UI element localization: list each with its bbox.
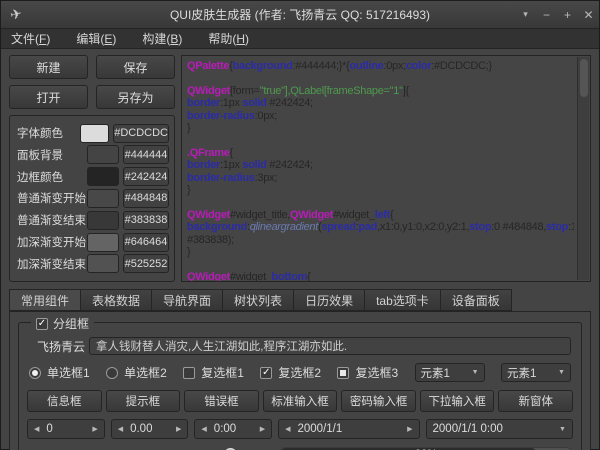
- color-row-deep-grad-end: 加深渐变结束 #525252: [15, 254, 169, 274]
- author-label: 飞扬青云: [27, 338, 89, 355]
- deep-grad-end-hex-input[interactable]: #525252: [123, 254, 169, 273]
- groupbox-checkbox[interactable]: ✓: [36, 318, 48, 330]
- checkbox-3[interactable]: ✓ 复选框3: [337, 364, 398, 381]
- motto-text-input[interactable]: 拿人钱财替人消灾,人生江湖如此,程序江湖亦如此.: [89, 337, 571, 355]
- menubar: 文件(F) 编辑(E) 构建(B) 帮助(H): [1, 29, 599, 49]
- window-title: QUI皮肤生成器 (作者: 飞扬青云 QQ: 517216493): [1, 6, 599, 23]
- window-controls: ▾ − + ✕: [515, 1, 599, 29]
- color-row-grad-start: 普通渐变开始 #484848: [15, 188, 169, 208]
- spin-left-arrow-icon[interactable]: ◀: [34, 425, 39, 433]
- menu-edit[interactable]: 编辑(E): [76, 30, 116, 47]
- color-row-panel-bg: 面板背景 #444444: [15, 145, 169, 165]
- border-color-hex-input[interactable]: #242424: [123, 167, 169, 186]
- grad-end-swatch[interactable]: [87, 211, 119, 230]
- deep-grad-start-hex-input[interactable]: #646464: [123, 233, 169, 252]
- tab-pane: ✓ 分组框 飞扬青云 拿人钱财替人消灾,人生江湖如此,程序江湖亦如此. 单选框1…: [9, 311, 591, 450]
- font-color-swatch[interactable]: [80, 124, 109, 143]
- minimize-icon[interactable]: −: [536, 1, 557, 29]
- dropdown-input-button[interactable]: 下拉输入框: [420, 390, 495, 412]
- qss-code-editor[interactable]: QPalette{background:#444444;}*{outline:0…: [181, 55, 591, 282]
- radio-1[interactable]: 单选框1: [29, 364, 90, 381]
- info-box-button[interactable]: 信息框: [27, 390, 102, 412]
- tab-common-widgets[interactable]: 常用组件: [9, 289, 80, 311]
- panel-bg-swatch[interactable]: [87, 145, 119, 164]
- new-window-button[interactable]: 新窗体: [498, 390, 573, 412]
- font-color-hex-input[interactable]: #DCDCDC: [113, 124, 169, 143]
- code-text: QPalette{background:#444444;}*{outline:0…: [182, 56, 590, 282]
- save-as-button[interactable]: 另存为: [96, 85, 175, 109]
- spin-right-arrow-icon[interactable]: ▶: [92, 425, 97, 433]
- spin-left-arrow-icon[interactable]: ◀: [285, 425, 290, 433]
- checkbox-box-icon: ✓: [260, 367, 272, 379]
- chevron-down-icon: ▼: [472, 369, 479, 376]
- tab-calendar[interactable]: 日历效果: [293, 289, 364, 311]
- tab-tree-list[interactable]: 树状列表: [222, 289, 293, 311]
- grad-end-hex-input[interactable]: #383838: [123, 211, 169, 230]
- window-menu-arrow-icon[interactable]: ▾: [515, 1, 536, 29]
- save-button[interactable]: 保存: [96, 55, 175, 79]
- tab-table-data[interactable]: 表格数据: [80, 289, 151, 311]
- tabbar: 常用组件 表格数据 导航界面 树状列表 日历效果 tab选项卡 设备面板: [9, 289, 591, 311]
- editor-scrollbar[interactable]: [577, 57, 589, 280]
- left-panel: 新建 保存 打开 另存为 字体颜色 #DCDCDC 面板背景 #444444 边…: [9, 55, 175, 282]
- groupbox-label: 分组框: [53, 315, 89, 332]
- error-box-button[interactable]: 错误框: [184, 390, 259, 412]
- tab-nav-ui[interactable]: 导航界面: [151, 289, 222, 311]
- check-icon: ✓: [38, 319, 46, 329]
- double-spinbox[interactable]: ◀ 0.00 ▶: [111, 419, 189, 439]
- deep-grad-end-swatch[interactable]: [87, 254, 119, 273]
- spin-right-arrow-icon[interactable]: ▶: [260, 425, 265, 433]
- datetime-edit[interactable]: 2000/1/1 0:00 ▼: [426, 419, 573, 439]
- spin-left-arrow-icon[interactable]: ◀: [118, 425, 123, 433]
- combobox-1[interactable]: 元素1 ▼: [415, 363, 485, 382]
- menu-build[interactable]: 构建(B): [142, 30, 182, 47]
- checkbox-box-icon: ✓: [183, 367, 195, 379]
- chevron-down-icon: ▼: [558, 369, 565, 376]
- border-color-swatch[interactable]: [87, 167, 119, 186]
- groupbox: ✓ 分组框 飞扬青云 拿人钱财替人消灾,人生江湖如此,程序江湖亦如此. 单选框1…: [18, 322, 582, 450]
- color-row-font: 字体颜色 #DCDCDC: [15, 123, 169, 143]
- spin-right-arrow-icon[interactable]: ▶: [407, 425, 412, 433]
- spin-right-arrow-icon[interactable]: ▶: [176, 425, 181, 433]
- password-input-button[interactable]: 密码输入框: [341, 390, 416, 412]
- grad-start-swatch[interactable]: [87, 189, 119, 208]
- open-button[interactable]: 打开: [9, 85, 88, 109]
- tab-device-panel[interactable]: 设备面板: [440, 289, 512, 311]
- new-button[interactable]: 新建: [9, 55, 88, 79]
- color-row-border: 边框颜色 #242424: [15, 167, 169, 187]
- titlebar: ✈ QUI皮肤生成器 (作者: 飞扬青云 QQ: 517216493) ▾ − …: [1, 1, 599, 29]
- menu-file[interactable]: 文件(F): [11, 30, 50, 47]
- tab-tab-pages[interactable]: tab选项卡: [364, 289, 440, 311]
- main-area: 新建 保存 打开 另存为 字体颜色 #DCDCDC 面板背景 #444444 边…: [1, 49, 599, 282]
- menu-help[interactable]: 帮助(H): [208, 30, 249, 47]
- date-spinbox[interactable]: ◀ 2000/1/1 ▶: [278, 419, 419, 439]
- color-row-grad-end: 普通渐变结束 #383838: [15, 210, 169, 230]
- color-row-deep-grad-start: 加深渐变开始 #646464: [15, 232, 169, 252]
- int-spinbox[interactable]: ◀ 0 ▶: [27, 419, 105, 439]
- deep-grad-start-swatch[interactable]: [87, 233, 119, 252]
- checkbox-box-icon: ✓: [36, 318, 48, 330]
- panel-bg-hex-input[interactable]: #444444: [123, 145, 169, 164]
- radio-circle-icon: [106, 367, 118, 379]
- chevron-down-icon: ▼: [559, 426, 566, 433]
- checkbox-1[interactable]: ✓ 复选框1: [183, 364, 244, 381]
- radio-circle-icon: [29, 367, 41, 379]
- tip-box-button[interactable]: 提示框: [106, 390, 181, 412]
- checkbox-2[interactable]: ✓ 复选框2: [260, 364, 321, 381]
- grad-start-hex-input[interactable]: #484848: [123, 189, 169, 208]
- standard-input-button[interactable]: 标准输入框: [263, 390, 338, 412]
- spin-left-arrow-icon[interactable]: ◀: [201, 425, 206, 433]
- radio-2[interactable]: 单选框2: [106, 364, 167, 381]
- time-spinbox[interactable]: ◀ 0:00 ▶: [194, 419, 272, 439]
- color-settings-frame: 字体颜色 #DCDCDC 面板背景 #444444 边框颜色 #242424 普…: [9, 115, 175, 282]
- groupbox-legend: ✓ 分组框: [31, 315, 94, 332]
- checkbox-box-icon: ✓: [337, 367, 349, 379]
- close-icon[interactable]: ✕: [578, 1, 599, 29]
- combobox-2[interactable]: 元素1 ▼: [501, 363, 571, 382]
- editor-scrollbar-thumb[interactable]: [580, 59, 588, 97]
- app-plane-icon: ✈: [0, 3, 32, 26]
- maximize-icon[interactable]: +: [557, 1, 578, 29]
